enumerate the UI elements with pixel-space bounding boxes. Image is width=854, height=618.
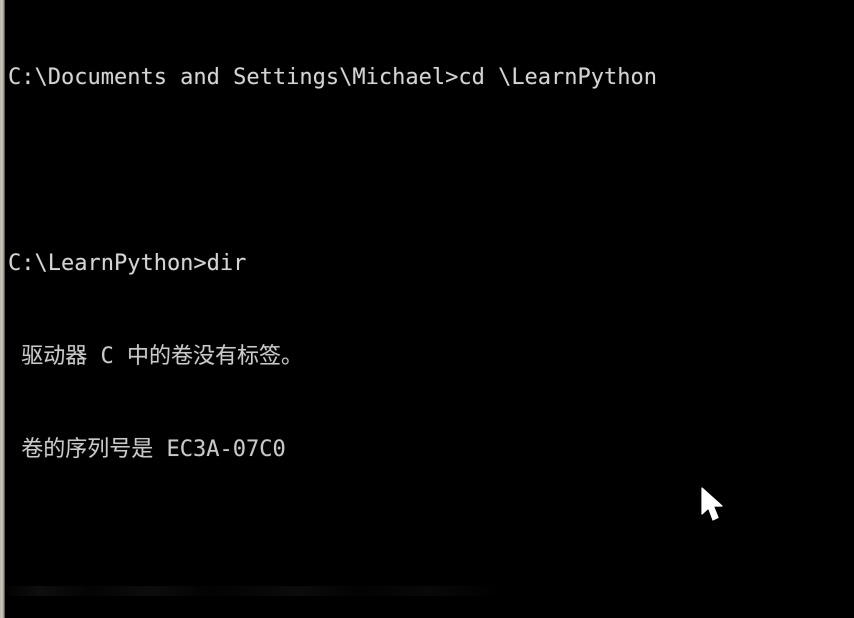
console-scrollback[interactable]: C:\Documents and Settings\Michael>cd \Le…: [0, 0, 854, 618]
terminal-line-blank-2: [0, 527, 854, 558]
window-left-border: [0, 0, 5, 618]
terminal-line-blank-1: [0, 155, 854, 186]
terminal-line-cmd-dir: C:\LearnPython>dir: [8, 251, 247, 276]
terminal-line-cmd-cd: C:\Documents and Settings\Michael>cd \Le…: [8, 65, 658, 90]
terminal-line-volume-label: 驱动器 C 中的卷没有标签。: [8, 344, 303, 369]
terminal-line-volume-serial: 卷的序列号是 EC3A-07C0: [8, 437, 286, 462]
console-window[interactable]: C:\Documents and Settings\Michael>cd \Le…: [0, 0, 854, 618]
